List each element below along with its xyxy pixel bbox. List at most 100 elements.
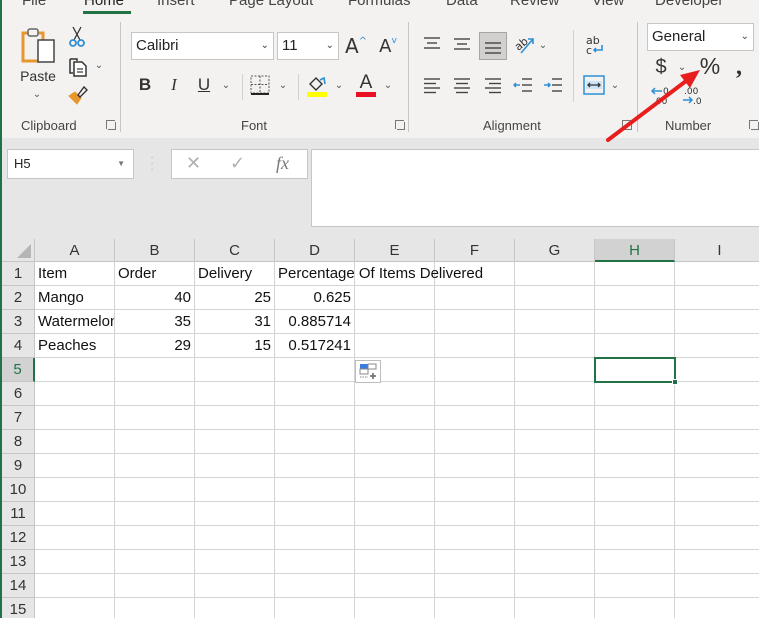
cell-i8[interactable] xyxy=(675,430,759,454)
copy-button[interactable] xyxy=(66,55,90,79)
cell-b4[interactable]: 29 xyxy=(115,334,195,358)
cell-h12[interactable] xyxy=(595,526,675,550)
cell-e10[interactable] xyxy=(355,478,435,502)
cell-c13[interactable] xyxy=(195,550,275,574)
percent-style-button[interactable]: % xyxy=(697,53,723,79)
cell-b15[interactable] xyxy=(115,598,195,618)
cell-c15[interactable] xyxy=(195,598,275,618)
cell-b8[interactable] xyxy=(115,430,195,454)
cell-g1[interactable] xyxy=(515,262,595,286)
formula-input[interactable] xyxy=(311,149,759,227)
select-all-button[interactable] xyxy=(2,239,35,262)
cell-a8[interactable] xyxy=(35,430,115,454)
cell-e13[interactable] xyxy=(355,550,435,574)
cell-c6[interactable] xyxy=(195,382,275,406)
cell-i5[interactable] xyxy=(675,358,759,382)
cell-i3[interactable] xyxy=(675,310,759,334)
cell-e6[interactable] xyxy=(355,382,435,406)
cell-f11[interactable] xyxy=(435,502,515,526)
cell-f15[interactable] xyxy=(435,598,515,618)
cell-c1[interactable]: Delivery xyxy=(195,262,275,286)
formula-bar-grip-icon[interactable]: · · · xyxy=(150,153,154,175)
column-header-b[interactable]: B xyxy=(115,239,195,262)
top-align-button[interactable] xyxy=(421,33,443,55)
cell-h13[interactable] xyxy=(595,550,675,574)
row-header-8[interactable]: 8 xyxy=(2,430,35,454)
cell-e12[interactable] xyxy=(355,526,435,550)
cell-e15[interactable] xyxy=(355,598,435,618)
cell-b12[interactable] xyxy=(115,526,195,550)
cell-h9[interactable] xyxy=(595,454,675,478)
cell-c7[interactable] xyxy=(195,406,275,430)
cell-g2[interactable] xyxy=(515,286,595,310)
increase-indent-button[interactable] xyxy=(542,75,564,95)
cell-b1[interactable]: Order xyxy=(115,262,195,286)
paste-dropdown-icon[interactable]: ⌄ xyxy=(30,88,44,100)
cell-e8[interactable] xyxy=(355,430,435,454)
cell-g10[interactable] xyxy=(515,478,595,502)
cell-b9[interactable] xyxy=(115,454,195,478)
cell-i13[interactable] xyxy=(675,550,759,574)
cell-c9[interactable] xyxy=(195,454,275,478)
cell-b2[interactable]: 40 xyxy=(115,286,195,310)
cell-i11[interactable] xyxy=(675,502,759,526)
fill-handle[interactable] xyxy=(672,379,678,385)
cell-h7[interactable] xyxy=(595,406,675,430)
cell-a7[interactable] xyxy=(35,406,115,430)
column-header-d[interactable]: D xyxy=(275,239,355,262)
fill-color-dropdown-icon[interactable]: ⌄ xyxy=(332,78,346,92)
cell-h5[interactable] xyxy=(595,358,675,382)
cell-a11[interactable] xyxy=(35,502,115,526)
cell-g12[interactable] xyxy=(515,526,595,550)
cell-g8[interactable] xyxy=(515,430,595,454)
bottom-align-button[interactable] xyxy=(479,32,507,60)
tab-page-layout[interactable]: Page Layout xyxy=(229,0,313,9)
cell-c5[interactable] xyxy=(195,358,275,382)
cell-d8[interactable] xyxy=(275,430,355,454)
column-header-a[interactable]: A xyxy=(35,239,115,262)
align-center-button[interactable] xyxy=(451,75,473,95)
cell-d5[interactable] xyxy=(275,358,355,382)
tab-developer[interactable]: Developer xyxy=(655,0,723,9)
column-header-h[interactable]: H xyxy=(595,239,675,262)
cell-g14[interactable] xyxy=(515,574,595,598)
row-header-2[interactable]: 2 xyxy=(2,286,35,310)
cell-h1[interactable] xyxy=(595,262,675,286)
cell-a3[interactable]: Watermelon xyxy=(35,310,115,334)
cell-h10[interactable] xyxy=(595,478,675,502)
cell-a6[interactable] xyxy=(35,382,115,406)
cell-f12[interactable] xyxy=(435,526,515,550)
column-header-e[interactable]: E xyxy=(355,239,435,262)
tab-review[interactable]: Review xyxy=(510,0,559,9)
increase-font-size-button[interactable]: A ^ xyxy=(343,33,369,59)
underline-dropdown-icon[interactable]: ⌄ xyxy=(219,78,233,92)
orientation-dropdown-icon[interactable]: ⌄ xyxy=(537,38,549,52)
cell-i14[interactable] xyxy=(675,574,759,598)
cell-e3[interactable] xyxy=(355,310,435,334)
cell-d2[interactable]: 0.625 xyxy=(275,286,355,310)
cell-c11[interactable] xyxy=(195,502,275,526)
increase-decimal-button[interactable]: 0 .00 xyxy=(650,85,674,105)
cell-e4[interactable] xyxy=(355,334,435,358)
cell-a9[interactable] xyxy=(35,454,115,478)
cell-d7[interactable] xyxy=(275,406,355,430)
cell-b7[interactable] xyxy=(115,406,195,430)
cell-d13[interactable] xyxy=(275,550,355,574)
cell-f7[interactable] xyxy=(435,406,515,430)
cell-c8[interactable] xyxy=(195,430,275,454)
accounting-dropdown-icon[interactable]: ⌄ xyxy=(676,60,688,74)
copy-dropdown-icon[interactable]: ⌄ xyxy=(92,58,106,72)
cell-c10[interactable] xyxy=(195,478,275,502)
font-color-button[interactable]: A xyxy=(355,72,377,98)
font-size-select[interactable]: 11 ⌄ xyxy=(277,32,339,60)
cell-e11[interactable] xyxy=(355,502,435,526)
cell-d1[interactable]: Percentage Of Items Delivered xyxy=(275,262,483,286)
enter-icon[interactable]: ✓ xyxy=(230,153,245,174)
cell-e14[interactable] xyxy=(355,574,435,598)
cell-e7[interactable] xyxy=(355,406,435,430)
cell-a13[interactable] xyxy=(35,550,115,574)
cell-h6[interactable] xyxy=(595,382,675,406)
cell-f5[interactable] xyxy=(435,358,515,382)
cell-c3[interactable]: 31 xyxy=(195,310,275,334)
cell-a14[interactable] xyxy=(35,574,115,598)
